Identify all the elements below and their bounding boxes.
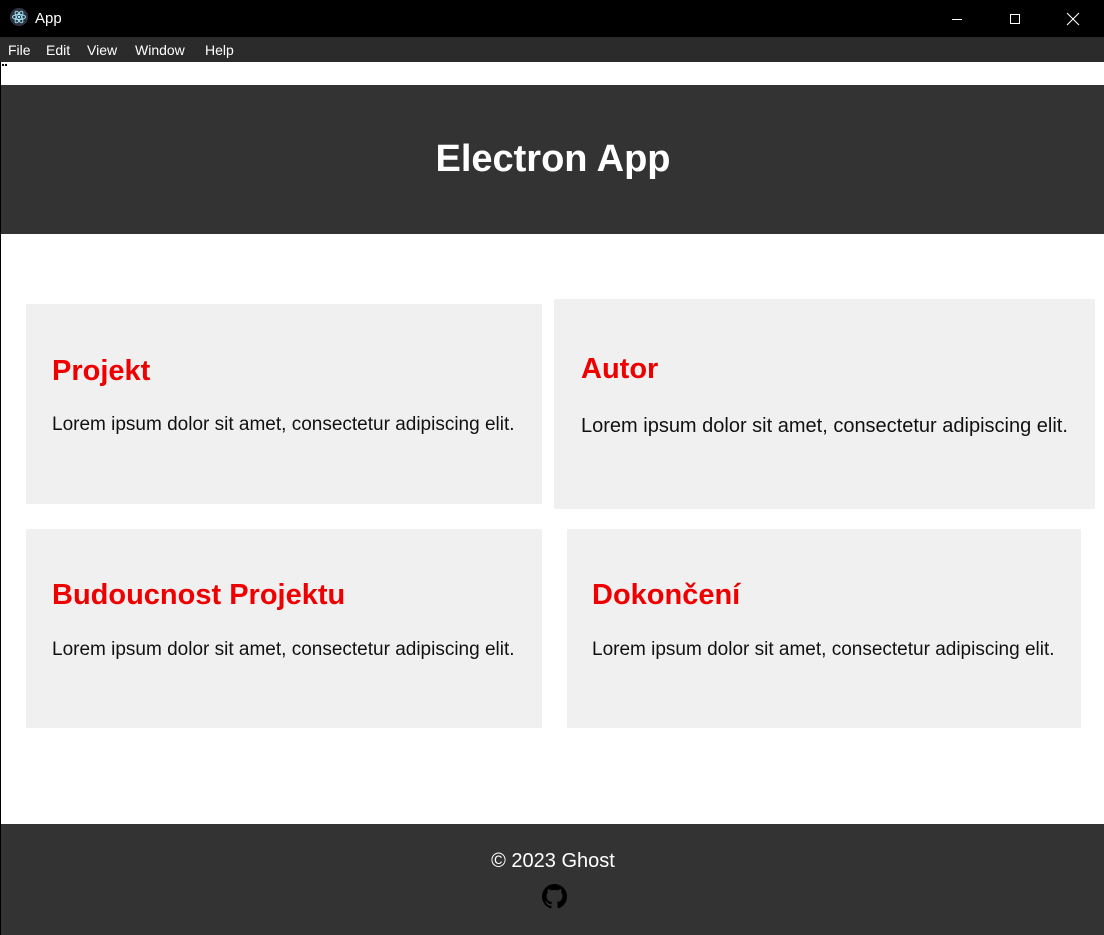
page-header: Electron App [1, 85, 1104, 234]
card-text: Lorem ipsum dolor sit amet, consectetur … [52, 639, 515, 660]
window-title: App [35, 10, 62, 27]
menu-view[interactable]: View [87, 42, 117, 58]
card-title: Autor [581, 353, 659, 385]
menu-window[interactable]: Window [135, 42, 185, 58]
stray-marks [2, 64, 8, 66]
app-window: App File Edit View Window Help Electron … [0, 0, 1104, 935]
card-dokonceni: Dokončení Lorem ipsum dolor sit amet, co… [567, 529, 1081, 728]
card-text: Lorem ipsum dolor sit amet, consectetur … [581, 415, 1068, 437]
title-bar[interactable]: App [0, 0, 1104, 37]
menu-help[interactable]: Help [205, 42, 234, 58]
card-projekt: Projekt Lorem ipsum dolor sit amet, cons… [26, 304, 542, 504]
card-text: Lorem ipsum dolor sit amet, consectetur … [52, 414, 515, 435]
card-text: Lorem ipsum dolor sit amet, consectetur … [592, 639, 1055, 660]
menu-file[interactable]: File [8, 42, 31, 58]
card-autor: Autor Lorem ipsum dolor sit amet, consec… [554, 299, 1095, 509]
card-title: Projekt [52, 355, 151, 387]
minimize-icon [952, 18, 962, 20]
page-title: Electron App [435, 138, 671, 180]
page-footer: © 2023 Ghost [1, 824, 1104, 935]
github-icon[interactable] [542, 884, 567, 909]
card-title: Dokončení [592, 579, 741, 611]
page-content: Electron App Projekt Lorem ipsum dolor s… [0, 62, 1104, 935]
maximize-icon [1010, 13, 1020, 24]
close-button[interactable] [1044, 0, 1102, 37]
electron-app-icon [10, 8, 28, 26]
copyright-text: © 2023 Ghost [491, 850, 615, 872]
close-icon [1066, 12, 1080, 25]
minimize-button[interactable] [928, 0, 986, 37]
card-title: Budoucnost Projektu [52, 579, 346, 611]
menu-bar: File Edit View Window Help [0, 37, 1104, 62]
card-budoucnost-projektu: Budoucnost Projektu Lorem ipsum dolor si… [26, 529, 542, 728]
menu-edit[interactable]: Edit [46, 42, 70, 58]
maximize-button[interactable] [986, 0, 1044, 37]
